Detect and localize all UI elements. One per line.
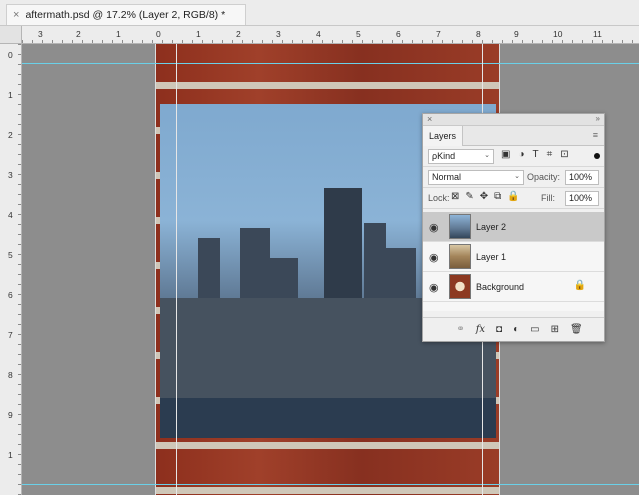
lock-artboard-icon[interactable]: ⧉ — [494, 191, 501, 202]
chevron-down-icon: ⌄ — [484, 152, 490, 159]
layer-row-layer-1[interactable]: ◉ Layer 1 — [423, 242, 604, 272]
lock-position-icon[interactable]: ✥ — [480, 191, 488, 202]
panel-titlebar[interactable]: × » — [423, 114, 604, 126]
document-tab[interactable]: × aftermath.psd @ 17.2% (Layer 2, RGB/8)… — [6, 4, 246, 25]
eye-icon[interactable]: ◉ — [429, 221, 439, 234]
blend-mode-value: Normal — [432, 172, 462, 182]
ruler-tick-label: 1 — [196, 29, 201, 39]
new-layer-icon[interactable]: ⊞ — [551, 324, 559, 335]
lock-icons: ⊠ ✎ ✥ ⧉ 🔒 — [451, 191, 520, 202]
type-filter-icon[interactable]: T — [533, 149, 539, 160]
opacity-field[interactable]: 100% — [565, 170, 599, 185]
adjustment-filter-icon[interactable]: ◑ — [518, 149, 524, 160]
ruler-tick-label: 8 — [8, 370, 13, 380]
new-group-icon[interactable]: ▭ — [530, 324, 539, 335]
vertical-ruler[interactable] — [0, 44, 22, 495]
chevron-down-icon: ⌄ — [514, 173, 520, 180]
layer-name[interactable]: Background — [476, 282, 524, 292]
layer-name[interactable]: Layer 1 — [476, 252, 506, 262]
layers-panel-footer: ⚭ fx ◘ ◐ ▭ ⊞ 🗑 — [423, 317, 604, 341]
ruler-tick-label: 1 — [8, 450, 13, 460]
layer-thumbnail — [449, 214, 471, 239]
vertical-guide[interactable] — [176, 44, 177, 495]
ruler-tick-label: 2 — [8, 130, 13, 140]
ruler-tick-label: 3 — [8, 170, 13, 180]
filter-kind-label: ρKind — [432, 151, 456, 161]
layer-row-layer-2[interactable]: ◉ Layer 2 — [423, 212, 604, 242]
image-filter-icon[interactable]: ▣ — [501, 149, 510, 160]
adjustment-layer-icon[interactable]: ◐ — [513, 324, 519, 335]
ruler-tick-label: 3 — [276, 29, 281, 39]
tab-layers[interactable]: Layers — [423, 126, 464, 146]
delete-layer-icon[interactable]: 🗑 — [570, 324, 583, 335]
link-layers-icon[interactable]: ⚭ — [456, 324, 464, 335]
ruler-tick-label: 4 — [316, 29, 321, 39]
collapse-panel-icon[interactable]: » — [596, 114, 600, 123]
ruler-tick-label: 7 — [8, 330, 13, 340]
shape-filter-icon[interactable]: ⌗ — [547, 149, 553, 160]
panel-menu-icon[interactable]: ≡ — [593, 130, 598, 140]
horizontal-guide[interactable] — [22, 63, 639, 64]
ruler-tick-label: 7 — [436, 29, 441, 39]
fill-field[interactable]: 100% — [565, 191, 599, 206]
ruler-tick-label: 2 — [76, 29, 81, 39]
horizontal-ruler[interactable] — [22, 26, 639, 44]
blend-row: Normal ⌄ Opacity: 100% — [423, 167, 604, 188]
fx-icon[interactable]: fx — [476, 324, 485, 335]
ruler-tick-label: 3 — [38, 29, 43, 39]
ruler-tick-label: 1 — [116, 29, 121, 39]
opacity-label: Opacity: — [527, 172, 561, 182]
smart-object-filter-icon[interactable]: ⊡ — [560, 149, 568, 160]
ruler-tick-label: 0 — [8, 50, 13, 60]
layer-name[interactable]: Layer 2 — [476, 222, 506, 232]
ruler-tick-label: 9 — [8, 410, 13, 420]
ruler-tick-label: 1 — [8, 90, 13, 100]
horizontal-guide[interactable] — [22, 484, 639, 485]
ruler-tick-label: 11 — [593, 29, 602, 39]
add-mask-icon[interactable]: ◘ — [496, 324, 502, 335]
filter-icons: ▣ ◑ T ⌗ ⊡ — [501, 149, 569, 160]
ruler-tick-label: 4 — [8, 210, 13, 220]
eye-icon[interactable]: ◉ — [429, 281, 439, 294]
close-tab-icon[interactable]: × — [13, 9, 19, 21]
ruler-corner[interactable] — [0, 26, 22, 44]
layers-list: ◉ Layer 2 ◉ Layer 1 ◉ Background 🔒 — [423, 212, 604, 311]
lock-row: Lock: ⊠ ✎ ✥ ⧉ 🔒 Fill: 100% — [423, 188, 604, 209]
ruler-tick-label: 6 — [396, 29, 401, 39]
layer-row-background[interactable]: ◉ Background 🔒 — [423, 272, 604, 302]
ruler-tick-label: 5 — [356, 29, 361, 39]
ruler-tick-label: 2 — [236, 29, 241, 39]
panel-tabs: Layers ≡ — [423, 126, 604, 146]
lock-transparent-pixels-icon[interactable]: ⊠ — [451, 191, 459, 202]
blend-mode-select[interactable]: Normal ⌄ — [428, 170, 524, 185]
lock-all-icon[interactable]: 🔒 — [507, 191, 519, 202]
lock-image-pixels-icon[interactable]: ✎ — [465, 191, 473, 202]
close-panel-icon[interactable]: × — [427, 114, 432, 124]
ruler-tick-label: 0 — [156, 29, 161, 39]
ruler-tick-label: 8 — [476, 29, 481, 39]
lock-label: Lock: — [428, 193, 450, 203]
lock-icon: 🔒 — [573, 280, 586, 291]
filter-kind-select[interactable]: ρKind ⌄ — [428, 149, 494, 164]
ruler-tick-label: 9 — [514, 29, 519, 39]
layer-thumbnail — [449, 244, 471, 269]
fill-label: Fill: — [541, 193, 555, 203]
eye-icon[interactable]: ◉ — [429, 251, 439, 264]
ruler-tick-label: 6 — [8, 290, 13, 300]
filter-toggle-switch[interactable] — [594, 153, 600, 159]
document-tab-bar: × aftermath.psd @ 17.2% (Layer 2, RGB/8)… — [0, 0, 639, 26]
layers-panel: × » Layers ≡ ρKind ⌄ ▣ ◑ T ⌗ ⊡ Normal ⌄ … — [422, 113, 605, 342]
document-tab-title: aftermath.psd @ 17.2% (Layer 2, RGB/8) * — [25, 9, 226, 21]
ruler-tick-label: 5 — [8, 250, 13, 260]
ruler-tick-label: 10 — [553, 29, 563, 39]
filter-row: ρKind ⌄ ▣ ◑ T ⌗ ⊡ — [423, 146, 604, 167]
layer-thumbnail — [449, 274, 471, 299]
